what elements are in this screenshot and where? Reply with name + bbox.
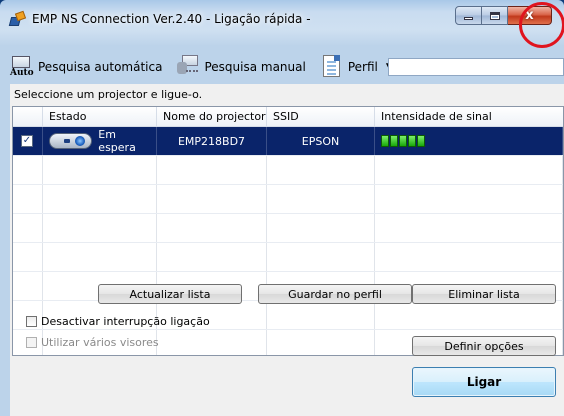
signal-bar — [399, 135, 407, 147]
empty-row — [13, 185, 563, 214]
manual-search-icon — [176, 54, 200, 80]
signal-bar — [390, 135, 398, 147]
connect-button[interactable]: Ligar — [412, 367, 556, 397]
save-profile-button[interactable]: Guardar no perfil — [258, 284, 412, 304]
multi-display-label: Utilizar vários visores — [41, 336, 159, 349]
empty-row — [13, 156, 563, 185]
refresh-list-button[interactable]: Actualizar lista — [98, 284, 242, 304]
signal-cell — [375, 127, 563, 155]
clear-list-button[interactable]: Eliminar lista — [412, 284, 556, 304]
empty-row — [13, 214, 563, 243]
header-projector-name[interactable]: Nome do projector — [157, 107, 267, 126]
empty-row — [13, 243, 563, 272]
profile-field[interactable] — [388, 58, 564, 76]
disable-interrupt-checkbox[interactable] — [26, 316, 37, 327]
row-checkbox-cell: ✓ — [13, 127, 43, 155]
maximize-icon — [489, 11, 500, 20]
manual-search-label: Pesquisa manual — [204, 60, 306, 74]
projector-icon — [49, 133, 93, 149]
disable-interrupt-label: Desactivar interrupção ligação — [41, 315, 210, 328]
header-checkbox-col — [13, 107, 43, 126]
manual-search-button[interactable]: Pesquisa manual — [176, 54, 306, 80]
close-highlight-circle — [519, 2, 564, 48]
header-status[interactable]: Estado — [43, 107, 157, 126]
main-panel: Seleccione um projector e ligue-o. Estad… — [10, 84, 564, 416]
title-bar[interactable]: EMP NS Connection Ver.2.40 - Ligação ráp… — [0, 0, 564, 38]
ssid-cell: EPSON — [267, 127, 375, 155]
auto-search-button[interactable]: Auto Pesquisa automática — [10, 54, 162, 80]
signal-bar — [417, 135, 425, 147]
table-row[interactable]: ✓ Em espera EMP218BD7 EPSON — [13, 127, 563, 156]
disable-interrupt-option[interactable]: Desactivar interrupção ligação — [26, 315, 210, 328]
set-options-button[interactable]: Definir opções — [412, 336, 556, 356]
multi-display-checkbox — [26, 337, 37, 348]
projector-name-cell: EMP218BD7 — [157, 127, 267, 155]
app-window: EMP NS Connection Ver.2.40 - Ligação ráp… — [0, 0, 564, 416]
profile-button[interactable]: Perfil ▼ — [320, 54, 397, 80]
maximize-button[interactable] — [482, 6, 508, 25]
minimize-icon — [464, 17, 473, 20]
auto-icon-label: Auto — [10, 68, 34, 78]
profile-icon — [320, 54, 344, 80]
signal-bar — [408, 135, 416, 147]
header-signal[interactable]: Intensidade de sinal — [375, 107, 563, 126]
status-text: Em espera — [98, 128, 136, 154]
auto-search-icon: Auto — [10, 54, 34, 80]
minimize-button[interactable] — [455, 6, 482, 25]
row-checkbox[interactable]: ✓ — [21, 135, 33, 147]
profile-label: Perfil — [347, 60, 378, 74]
auto-search-label: Pesquisa automática — [38, 60, 163, 74]
multi-display-option: Utilizar vários visores — [26, 336, 159, 349]
list-header: Estado Nome do projector SSID Intensidad… — [13, 107, 563, 127]
instruction-text: Seleccione um projector e ligue-o. — [14, 88, 203, 101]
status-cell: Em espera — [43, 127, 157, 155]
window-title: EMP NS Connection Ver.2.40 - Ligação ráp… — [32, 12, 311, 26]
signal-bar — [381, 135, 389, 147]
app-icon — [8, 10, 27, 27]
header-ssid[interactable]: SSID — [267, 107, 375, 126]
signal-icon — [381, 135, 426, 147]
